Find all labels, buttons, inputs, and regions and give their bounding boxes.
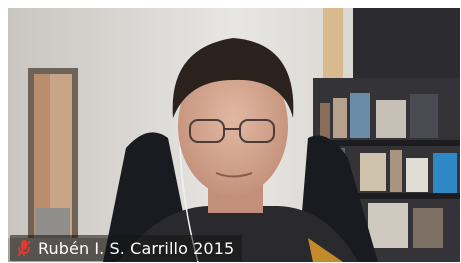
participant-name-tag: Rubén I. S. Carrillo 2015: [10, 235, 243, 261]
participant-video-feed: [8, 8, 460, 262]
muted-mic-icon[interactable]: [16, 238, 32, 258]
participant-name: Rubén I. S. Carrillo 2015: [38, 238, 235, 258]
participant-video-tile[interactable]: Rubén I. S. Carrillo 2015: [8, 8, 460, 262]
